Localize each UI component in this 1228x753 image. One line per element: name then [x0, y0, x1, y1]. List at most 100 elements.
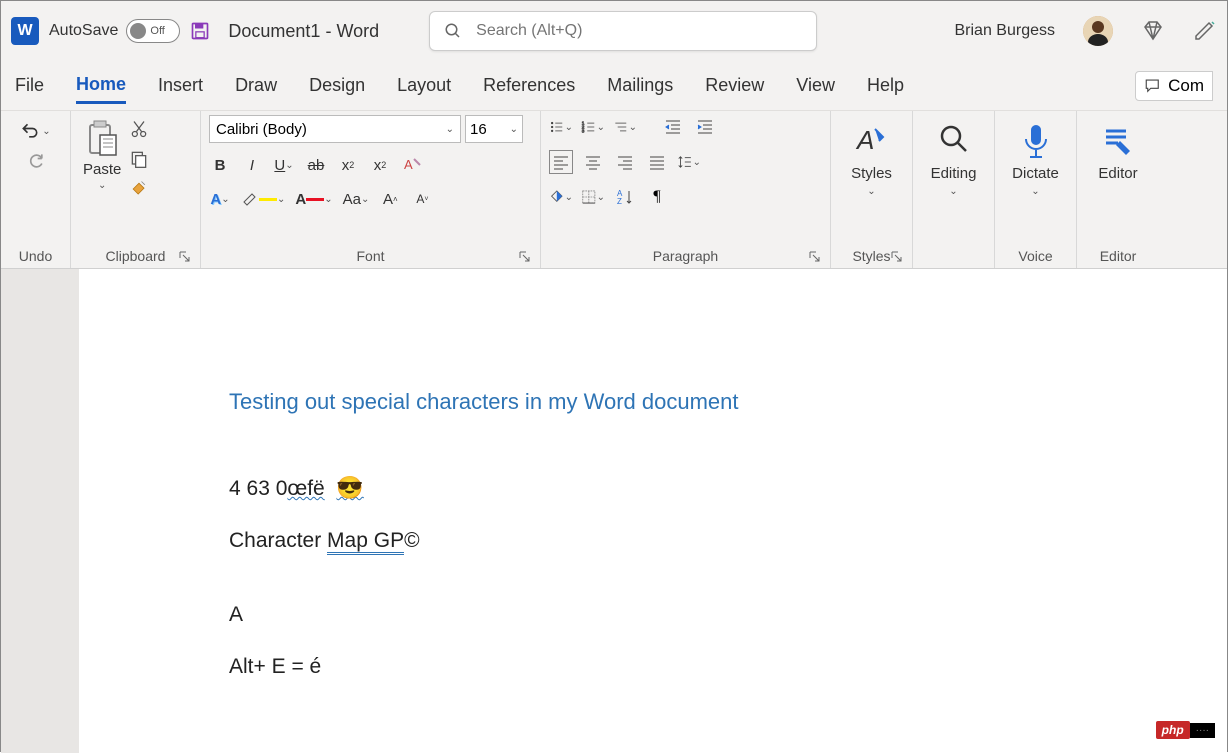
clear-formatting-button[interactable]: A	[401, 153, 423, 177]
tab-design[interactable]: Design	[309, 69, 365, 102]
document-heading: Testing out special characters in my Wor…	[229, 389, 1077, 415]
copy-button[interactable]	[129, 149, 149, 169]
paragraph-group: ⌄ 123⌄ ⌄ ⌄ ⌄ ⌄ AZ ¶ Paragraph	[541, 111, 831, 268]
shrink-font-button[interactable]: A˅	[411, 187, 433, 211]
ribbon-tabs: File Home Insert Draw Design Layout Refe…	[1, 61, 1227, 111]
comments-button[interactable]: Com	[1135, 71, 1213, 101]
document-line-4: Alt+ E = é	[229, 655, 1077, 679]
editor-group-label: Editor	[1085, 246, 1151, 266]
dialog-launcher-icon[interactable]	[890, 250, 904, 264]
clipboard-group: Paste ⌄ Clipboard	[71, 111, 201, 268]
tab-draw[interactable]: Draw	[235, 69, 277, 102]
bold-button[interactable]: B	[209, 153, 231, 177]
editing-button[interactable]: Editing ⌄	[921, 115, 987, 203]
search-box[interactable]	[429, 11, 817, 51]
font-family-select[interactable]: Calibri (Body)⌄	[209, 115, 461, 143]
document-title: Document1 - Word	[228, 21, 379, 42]
document-line-1: 4 63 0œfë 😎	[229, 475, 1077, 501]
increase-indent-button[interactable]	[693, 115, 717, 139]
svg-text:Z: Z	[617, 197, 622, 206]
dictate-button[interactable]: Dictate ⌄	[1002, 115, 1069, 203]
styles-button[interactable]: A Styles ⌄	[841, 115, 902, 203]
editor-button[interactable]: Editor	[1088, 115, 1147, 188]
align-right-button[interactable]	[613, 150, 637, 174]
svg-text:3: 3	[582, 128, 585, 133]
title-bar: W AutoSave Off Document1 - Word Brian Bu…	[1, 1, 1227, 61]
avatar[interactable]	[1083, 16, 1113, 46]
tab-layout[interactable]: Layout	[397, 69, 451, 102]
cn-badge: ····	[1190, 723, 1215, 738]
justify-button[interactable]	[645, 150, 669, 174]
paste-button[interactable]: Paste ⌄	[79, 115, 125, 195]
editing-group-label	[921, 262, 986, 266]
strikethrough-button[interactable]: ab	[305, 153, 327, 177]
line-spacing-button[interactable]: ⌄	[677, 150, 701, 174]
tab-insert[interactable]: Insert	[158, 69, 203, 102]
pen-icon[interactable]	[1193, 19, 1217, 43]
voice-group: Dictate ⌄ Voice	[995, 111, 1077, 268]
autosave-toggle[interactable]: Off	[126, 19, 180, 43]
borders-button[interactable]: ⌄	[581, 185, 605, 209]
superscript-button[interactable]: x2	[369, 153, 391, 177]
document-page[interactable]: Testing out special characters in my Wor…	[79, 269, 1227, 753]
grow-font-button[interactable]: A˄	[379, 187, 401, 211]
user-name: Brian Burgess	[955, 22, 1056, 40]
paragraph-group-label: Paragraph	[549, 246, 822, 266]
bullets-button[interactable]: ⌄	[549, 115, 573, 139]
decrease-indent-button[interactable]	[661, 115, 685, 139]
php-badge: php	[1156, 721, 1190, 739]
toggle-state-label: Off	[150, 25, 164, 37]
multilevel-list-button[interactable]: ⌄	[613, 115, 637, 139]
chevron-down-icon: ⌄	[949, 186, 957, 197]
tab-view[interactable]: View	[796, 69, 835, 102]
undo-group: ⌄ Undo	[1, 111, 71, 268]
tab-home[interactable]: Home	[76, 68, 126, 104]
change-case-button[interactable]: Aa⌄	[343, 187, 370, 211]
repeat-button[interactable]	[26, 151, 46, 171]
sort-button[interactable]: AZ	[613, 185, 637, 209]
clipboard-group-label: Clipboard	[79, 246, 192, 266]
subscript-button[interactable]: x2	[337, 153, 359, 177]
save-button[interactable]	[190, 21, 210, 41]
editor-group: Editor Editor	[1077, 111, 1159, 268]
show-hide-button[interactable]: ¶	[645, 185, 669, 209]
underline-button[interactable]: U⌄	[273, 153, 295, 177]
dialog-launcher-icon[interactable]	[178, 250, 192, 264]
font-color-button[interactable]: A⌄	[295, 187, 332, 211]
watermark: php ····	[1156, 721, 1215, 739]
align-center-button[interactable]	[581, 150, 605, 174]
document-line-2: Character Map GP©	[229, 529, 1077, 553]
dialog-launcher-icon[interactable]	[808, 250, 822, 264]
diamond-icon[interactable]	[1141, 19, 1165, 43]
font-group: Calibri (Body)⌄ 16⌄ B I U⌄ ab x2 x2 A A⌄…	[201, 111, 541, 268]
font-group-label: Font	[209, 246, 532, 266]
search-input[interactable]	[476, 22, 802, 40]
user-area: Brian Burgess	[955, 16, 1218, 46]
editing-group: Editing ⌄	[913, 111, 995, 268]
chevron-down-icon: ⌄	[867, 186, 875, 197]
tab-review[interactable]: Review	[705, 69, 764, 102]
text-effects-button[interactable]: A⌄	[209, 187, 231, 211]
tab-references[interactable]: References	[483, 69, 575, 102]
toggle-knob	[130, 23, 146, 39]
voice-group-label: Voice	[1003, 246, 1068, 266]
numbering-button[interactable]: 123⌄	[581, 115, 605, 139]
tab-help[interactable]: Help	[867, 69, 904, 102]
undo-group-label: Undo	[9, 246, 62, 266]
italic-button[interactable]: I	[241, 153, 263, 177]
svg-text:A: A	[855, 125, 874, 155]
tab-mailings[interactable]: Mailings	[607, 69, 673, 102]
tab-file[interactable]: File	[15, 69, 44, 102]
word-app-icon: W	[11, 17, 39, 45]
cut-button[interactable]	[129, 119, 149, 139]
chevron-down-icon: ⌄	[42, 126, 50, 137]
undo-button[interactable]: ⌄	[20, 121, 50, 141]
dialog-launcher-icon[interactable]	[518, 250, 532, 264]
navigation-gutter	[1, 269, 79, 753]
format-painter-button[interactable]	[129, 179, 149, 199]
font-size-select[interactable]: 16⌄	[465, 115, 523, 143]
svg-text:A: A	[404, 157, 413, 172]
align-left-button[interactable]	[549, 150, 573, 174]
shading-button[interactable]: ⌄	[549, 185, 573, 209]
highlight-button[interactable]: ⌄	[241, 187, 285, 211]
